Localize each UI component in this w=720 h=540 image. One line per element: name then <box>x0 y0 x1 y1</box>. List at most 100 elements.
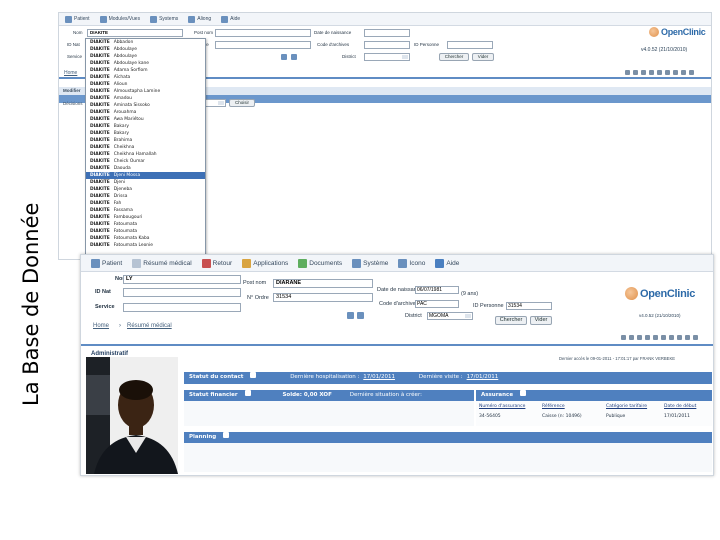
back-district-select[interactable] <box>364 53 410 61</box>
name-option[interactable]: DIAKITE Fatoumata Kaba <box>86 235 205 242</box>
tool-icon-4[interactable] <box>645 335 650 340</box>
tool-icon-6[interactable] <box>661 335 666 340</box>
tool-icon-8[interactable] <box>681 70 686 75</box>
name-option[interactable]: DIAKITE Abdoulaye <box>86 53 205 60</box>
front-menu-aide[interactable]: Aide <box>435 258 459 268</box>
front-crumb-home[interactable]: Home <box>93 323 109 329</box>
name-option[interactable]: DIAKITE Aminata Sissoko <box>86 102 205 109</box>
back-crumb-home[interactable]: Home <box>64 70 77 76</box>
front-nom-input[interactable]: LY <box>123 275 241 284</box>
back-menu-aide[interactable]: Aide <box>221 15 240 23</box>
name-option[interactable]: DIAKITE Bakary <box>86 130 205 137</box>
back-choose-button[interactable]: Choisir <box>229 99 255 107</box>
name-option[interactable]: DIAKITE Daouda <box>86 165 205 172</box>
name-option[interactable]: DIAKITE Drissa <box>86 193 205 200</box>
name-option[interactable]: DIAKITE Cheikhna Hamallah <box>86 151 205 158</box>
back-postnom-input[interactable] <box>215 29 311 37</box>
front-crumb-resume[interactable]: Résumé médical <box>127 323 172 329</box>
back-clear-button[interactable]: Vider <box>472 53 494 61</box>
name-option[interactable]: DIAKITE Abdoulaye kane <box>86 60 205 67</box>
back-menu-patient[interactable]: Patient <box>65 15 90 23</box>
name-option[interactable]: DIAKITE Adama Sorfiom <box>86 67 205 74</box>
edit-icon[interactable] <box>244 390 251 396</box>
name-option[interactable]: DIAKITE Fah <box>86 200 205 207</box>
tool-icon-5[interactable] <box>653 335 658 340</box>
name-option[interactable]: DIAKITE Bakary <box>86 123 205 130</box>
name-option[interactable]: DIAKITE Djeni Mossa <box>86 172 205 179</box>
back-menu-modules[interactable]: Modules/Vues <box>99 15 140 23</box>
tool-icon-9[interactable] <box>689 70 694 75</box>
front-menu-applications[interactable]: Applications <box>242 258 288 268</box>
back-menu-aliong[interactable]: Aliong <box>188 15 211 23</box>
back-archives-input[interactable] <box>364 41 410 49</box>
edit-icon[interactable] <box>223 432 230 438</box>
tool-icon-8[interactable] <box>677 335 682 340</box>
name-option[interactable]: DIAKITE Awa Mariétou <box>86 116 205 123</box>
name-autocomplete-list[interactable]: DIAKITE Abbadon DIAKITE Abdoulaye DIAKITE Abd… <box>85 38 206 263</box>
back-dob-input[interactable] <box>364 29 410 37</box>
front-menu-resume[interactable]: Résumé médical <box>132 258 192 268</box>
tool-icon-7[interactable] <box>673 70 678 75</box>
tool-icon-2[interactable] <box>633 70 638 75</box>
name-option[interactable]: DIAKITE Amadou <box>86 95 205 102</box>
name-option[interactable]: DIAKITE Fassama <box>86 207 205 214</box>
name-option[interactable]: DIAKITE Fambougouri <box>86 214 205 221</box>
front-search-button[interactable]: Chercher <box>495 316 527 325</box>
name-option[interactable]: DIAKITE Fatoumata <box>86 228 205 235</box>
last-visit-link[interactable]: 17/01/2011 <box>467 374 499 380</box>
edit-icon[interactable] <box>519 390 526 396</box>
name-option[interactable]: DIAKITE Almoustapha Lamine <box>86 88 205 95</box>
back-nom-input[interactable]: DIAKITE <box>87 29 183 37</box>
name-option[interactable]: DIAKITE Abdoulaye <box>86 46 205 53</box>
back-menu-systems[interactable]: Systems <box>150 15 178 23</box>
front-service-input[interactable] <box>123 303 241 312</box>
tool-icon-1[interactable] <box>625 70 630 75</box>
name-option[interactable]: DIAKITE Abbadon <box>86 39 205 46</box>
front-district-select[interactable]: MGOMA <box>427 312 473 320</box>
name-option[interactable]: DIAKITE Aïchata <box>86 74 205 81</box>
tool-icon-9[interactable] <box>685 335 690 340</box>
name-option[interactable]: DIAKITE Djeneba <box>86 186 205 193</box>
name-option[interactable]: DIAKITE Cheick Oumar <box>86 158 205 165</box>
tool-icon-10[interactable] <box>693 335 698 340</box>
front-archives-input[interactable]: PAC <box>415 300 459 308</box>
front-menu-icono[interactable]: Icono <box>398 258 425 268</box>
tool-icon-5[interactable] <box>657 70 662 75</box>
edit-icon[interactable] <box>250 372 257 378</box>
name-option[interactable]: DIAKITE Fatoumata Leonie <box>86 242 205 249</box>
front-menu-retour[interactable]: Retour <box>201 258 232 268</box>
ins-cell-number[interactable]: 34-56405 <box>479 414 501 419</box>
name-option[interactable]: DIAKITE Alioun <box>86 81 205 88</box>
front-trash-icon[interactable] <box>357 312 364 319</box>
tool-icon-2[interactable] <box>629 335 634 340</box>
last-hosp-link[interactable]: 17/01/2011 <box>363 374 395 380</box>
back-key-icon[interactable] <box>281 54 287 60</box>
front-menu-patient[interactable]: Patient <box>91 258 122 268</box>
name-option[interactable]: DIAKITE Fatoumata <box>86 221 205 228</box>
back-trash-icon[interactable] <box>291 54 297 60</box>
back-idpers-input[interactable] <box>447 41 493 49</box>
tool-icon-4[interactable] <box>649 70 654 75</box>
tool-icon-6[interactable] <box>665 70 670 75</box>
tool-icon-3[interactable] <box>637 335 642 340</box>
front-ordre-input[interactable]: 31534 <box>273 293 373 302</box>
tool-icon-3[interactable] <box>641 70 646 75</box>
option-last-name: DIAKITE <box>90 54 110 59</box>
front-key-icon[interactable] <box>347 312 354 319</box>
tool-icon-1[interactable] <box>621 335 626 340</box>
name-option[interactable]: DIAKITE Brahima <box>86 137 205 144</box>
back-ordre-input[interactable] <box>215 41 311 49</box>
front-dob-input[interactable]: 06/07/1981 <box>415 286 459 294</box>
tool-icon-7[interactable] <box>669 335 674 340</box>
back-search-button[interactable]: Chercher <box>439 53 469 61</box>
name-option[interactable]: DIAKITE Arouahma <box>86 109 205 116</box>
front-menu-systeme[interactable]: Système <box>352 258 388 268</box>
front-idnat-input[interactable] <box>123 288 241 297</box>
front-idpers-input[interactable]: 31534 <box>506 302 552 310</box>
front-clear-button[interactable]: Vider <box>530 316 552 325</box>
front-menu-documents[interactable]: Documents <box>298 258 342 268</box>
name-option[interactable]: DIAKITE Djeni <box>86 179 205 186</box>
front-archives-label: Code d'archives <box>379 301 419 307</box>
front-postnom-input[interactable]: DIARANE <box>273 279 373 288</box>
name-option[interactable]: DIAKITE Cheikhna <box>86 144 205 151</box>
